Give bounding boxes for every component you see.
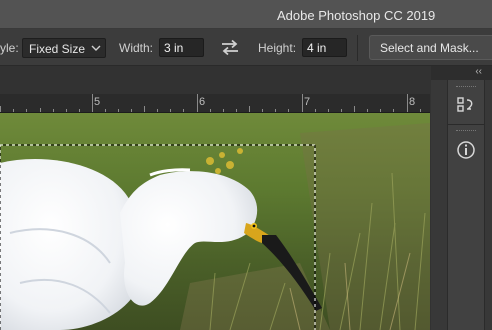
swap-arrows-icon[interactable]: [219, 39, 241, 56]
ruler-tick: [170, 109, 171, 112]
dock-grip[interactable]: [456, 86, 476, 89]
ruler-label-5: 5: [94, 96, 101, 108]
ruler-tick: [341, 109, 342, 112]
ruler-tick: [105, 109, 106, 112]
ruler-tick: [157, 109, 158, 112]
ruler-tick: [118, 109, 119, 112]
ruler-label-6: 6: [199, 96, 206, 108]
info-icon[interactable]: [454, 138, 478, 162]
ruler-tick: [197, 94, 198, 112]
ruler-tick: [40, 108, 41, 112]
right-panel-dock: ‹‹: [431, 66, 492, 330]
ruler-tick: [407, 94, 408, 112]
ruler-tick: [53, 109, 54, 112]
ruler-tick: [420, 109, 421, 112]
height-input[interactable]: 4 in: [302, 38, 347, 57]
ruler-tick: [380, 109, 381, 112]
ruler-tick: [288, 109, 289, 112]
ruler-label-7: 7: [304, 96, 311, 108]
ruler-tick: [66, 109, 67, 112]
ruler-tick: [328, 109, 329, 112]
options-bar: yle: Fixed Size Width: 3 in Height: 4 in…: [0, 29, 492, 66]
ruler-tick: [367, 109, 368, 112]
ruler-tick: [249, 106, 250, 112]
height-label: Height:: [258, 41, 297, 55]
dock-grip[interactable]: [456, 130, 476, 133]
app-title: Adobe Photoshop CC 2019: [277, 8, 436, 23]
ruler-tick: [92, 94, 93, 112]
title-bar: Adobe Photoshop CC 2019: [0, 0, 492, 29]
panel-icon-column: [447, 80, 485, 330]
history-icon[interactable]: [454, 94, 478, 118]
select-and-mask-label: Select and Mask...: [380, 41, 479, 55]
collapse-panels-button[interactable]: ‹‹: [431, 66, 492, 80]
ruler-tick: [183, 109, 184, 112]
width-input[interactable]: 3 in: [159, 38, 204, 57]
options-divider: [357, 35, 358, 61]
ruler-tick: [210, 109, 211, 112]
ruler-tick: [236, 109, 237, 112]
style-select-value: Fixed Size: [29, 42, 86, 56]
ruler-tick: [131, 109, 132, 112]
style-select[interactable]: Fixed Size: [22, 38, 106, 58]
ruler-tick: [144, 106, 145, 112]
ruler-tick: [275, 109, 276, 112]
ruler-tick: [0, 106, 1, 112]
select-and-mask-button[interactable]: Select and Mask...: [369, 35, 492, 60]
ruler-tick: [354, 106, 355, 112]
ruler-tick: [223, 109, 224, 112]
horizontal-ruler: 5 6 7 8: [0, 94, 430, 113]
dock-separator: [448, 124, 484, 125]
ruler-tick: [302, 94, 303, 112]
width-label: Width:: [119, 41, 154, 55]
ruler-tick: [393, 109, 394, 112]
ruler-tick: [13, 109, 14, 112]
style-label: yle:: [0, 41, 19, 55]
ruler-tick: [315, 109, 316, 112]
egret-photo: [0, 113, 430, 330]
ruler-label-8: 8: [409, 96, 416, 108]
ruler-tick: [26, 109, 27, 112]
chevron-down-icon: [91, 45, 101, 51]
document-canvas[interactable]: [0, 113, 430, 330]
ruler-tick: [262, 109, 263, 112]
ruler-tick: [79, 109, 80, 112]
